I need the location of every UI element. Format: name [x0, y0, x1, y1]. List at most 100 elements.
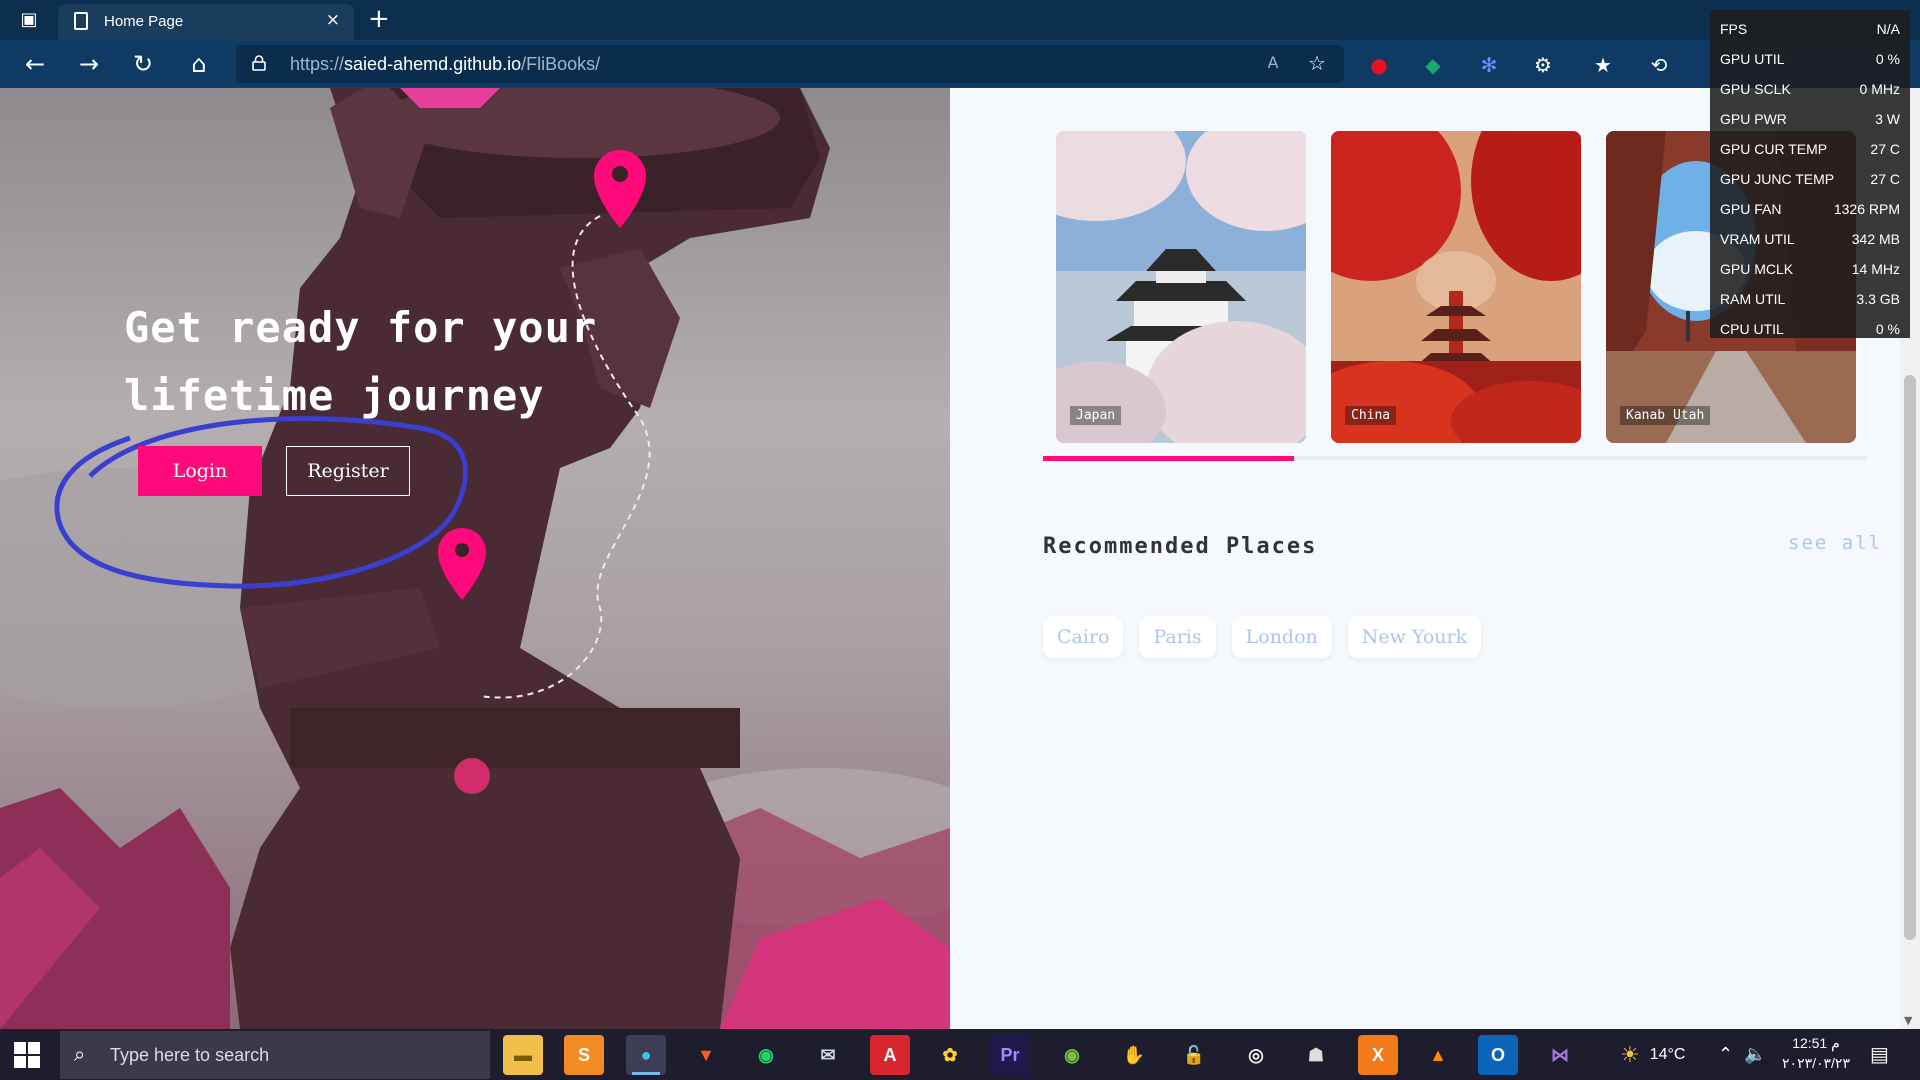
game-app-icon[interactable]: ☗	[1296, 1035, 1336, 1075]
gpu-label: GPU CUR TEMP	[1720, 141, 1828, 157]
gpu-label: VRAM UTIL	[1720, 231, 1795, 247]
anubis-statue-illustration	[0, 88, 950, 1029]
volume-icon[interactable]: 🔈	[1744, 1029, 1766, 1080]
back-icon[interactable]: ←	[18, 50, 52, 78]
home-icon[interactable]: ⌂	[182, 50, 216, 78]
lock-app-icon[interactable]: 🔓	[1174, 1035, 1214, 1075]
gpu-value: 27 C	[1870, 171, 1900, 187]
register-button[interactable]: Register	[286, 446, 410, 496]
browser-title-bar: ▣ Home Page × +	[0, 0, 1920, 40]
windows-taskbar: ⌕ Type here to search ▬ S ● ▼ ◉ ✉ A ✿ Pr…	[0, 1029, 1920, 1080]
gpu-value: 0 %	[1875, 51, 1900, 67]
extensions-icon[interactable]: ⚙	[1530, 52, 1556, 78]
gpu-value: 1326 RPM	[1833, 201, 1900, 217]
history-icon[interactable]: ⟲	[1646, 52, 1672, 78]
gpu-value: 3 W	[1875, 111, 1900, 127]
card-label: China	[1345, 406, 1397, 425]
obs-studio-icon[interactable]: ◎	[1236, 1035, 1276, 1075]
outlook-icon[interactable]: O	[1478, 1035, 1518, 1075]
gpu-row: GPU MCLK 14 MHz	[1720, 254, 1900, 284]
amd-software-icon[interactable]: A	[870, 1035, 910, 1075]
edge-browser-icon[interactable]: ●	[626, 1035, 666, 1075]
address-field[interactable]: https://saied-ahemd.github.io/FliBooks/ …	[236, 45, 1344, 83]
chip-paris[interactable]: Paris	[1139, 616, 1216, 658]
chip-cairo[interactable]: Cairo	[1043, 616, 1124, 658]
chip-london[interactable]: London	[1231, 616, 1332, 658]
recommended-chips: Cairo Paris London New Yourk	[1043, 616, 1482, 658]
brave-browser-icon[interactable]: ▼	[686, 1035, 726, 1075]
gpu-row: VRAM UTIL 342 MB	[1720, 224, 1900, 254]
url-host: saied-ahemd.github.io	[344, 54, 522, 74]
add-favorite-icon[interactable]: ☆	[1304, 50, 1330, 76]
gpu-metrics-overlay: FPS N/A GPU UTIL 0 % GPU SCLK 0 MHz GPU PWR…	[1710, 10, 1910, 338]
system-clock[interactable]: 12:51 م ٢٠٢٣/٠٣/٢٣	[1770, 1033, 1862, 1073]
android-studio-icon[interactable]: ◉	[1052, 1035, 1092, 1075]
gpu-row: GPU UTIL 0 %	[1720, 44, 1900, 74]
extension-blue-icon[interactable]: ✻	[1476, 52, 1502, 78]
gpu-value: N/A	[1876, 21, 1900, 37]
lock-icon	[252, 55, 266, 71]
adblock-extension-icon[interactable]: ●	[1366, 52, 1392, 78]
chip-new-yourk[interactable]: New Yourk	[1347, 616, 1482, 658]
favorites-icon[interactable]: ★	[1590, 52, 1616, 78]
gpu-row: GPU CUR TEMP 27 C	[1720, 134, 1900, 164]
browser-tab-home[interactable]: Home Page ×	[58, 4, 354, 40]
gpu-label: GPU UTIL	[1720, 51, 1785, 67]
taskbar-search-box[interactable]: ⌕ Type here to search	[60, 1031, 490, 1079]
gpu-label: GPU SCLK	[1720, 81, 1791, 97]
card-label: Japan	[1070, 406, 1122, 425]
gpu-value: 0 MHz	[1859, 81, 1900, 97]
visual-studio-icon[interactable]: ⋈	[1540, 1035, 1580, 1075]
scroll-down-icon[interactable]: ▼	[1904, 1014, 1912, 1027]
gpu-value: 27 C	[1870, 141, 1900, 157]
read-aloud-icon[interactable]: A	[1260, 50, 1286, 76]
whatsapp-icon[interactable]: ◉	[746, 1035, 786, 1075]
gpu-row: GPU PWR 3 W	[1720, 104, 1900, 134]
card-label: Kanab Utah	[1620, 406, 1711, 425]
tab-actions-icon[interactable]: ▣	[14, 8, 44, 32]
gpu-row: CPU UTIL 0 %	[1720, 314, 1900, 344]
see-all-link[interactable]: see all	[1788, 532, 1882, 554]
mail-icon[interactable]: ✉	[808, 1035, 848, 1075]
notifications-icon[interactable]: ▤	[1870, 1029, 1889, 1080]
weather-widget[interactable]: ☀ 14°C	[1620, 1029, 1685, 1080]
vlc-icon[interactable]: ▲	[1418, 1035, 1458, 1075]
show-hidden-icons-chevron-icon[interactable]: ⌃	[1718, 1029, 1733, 1080]
new-tab-button[interactable]: +	[368, 4, 390, 34]
page-icon	[74, 12, 88, 30]
search-icon: ⌕	[74, 1042, 86, 1066]
gpu-value: 342 MB	[1851, 231, 1900, 247]
xampp-icon[interactable]: X	[1358, 1035, 1398, 1075]
tab-title: Home Page	[104, 13, 184, 30]
close-tab-icon[interactable]: ×	[326, 10, 340, 30]
url-text: https://saied-ahemd.github.io/FliBooks/	[290, 54, 600, 75]
login-button[interactable]: Login	[138, 446, 262, 496]
file-explorer-icon[interactable]: ▬	[503, 1035, 543, 1075]
gpu-row: GPU JUNC TEMP 27 C	[1720, 164, 1900, 194]
gpu-label: CPU UTIL	[1720, 321, 1784, 337]
premiere-pro-icon[interactable]: Pr	[990, 1035, 1030, 1075]
sublime-text-icon[interactable]: S	[564, 1035, 604, 1075]
refresh-icon[interactable]: ↻	[126, 50, 160, 78]
search-placeholder: Type here to search	[110, 1045, 270, 1065]
address-toolbar: ← → ↻ ⌂ https://saied-ahemd.github.io/Fl…	[0, 40, 1920, 88]
extension-green-icon[interactable]: ◆	[1420, 52, 1446, 78]
hero-title: Get ready for your lifetime journey	[124, 303, 598, 420]
china-pagoda-image	[1331, 131, 1581, 443]
gpu-label: RAM UTIL	[1720, 291, 1786, 307]
windows-start-icon[interactable]	[14, 1042, 40, 1068]
scrollbar-thumb[interactable]	[1904, 375, 1916, 940]
davinci-resolve-icon[interactable]: ✿	[930, 1035, 970, 1075]
bloody-mouse-icon[interactable]: ✋	[1114, 1035, 1154, 1075]
forward-icon[interactable]: →	[72, 50, 106, 78]
url-path: /FliBooks/	[521, 54, 601, 74]
gpu-label: FPS	[1720, 21, 1748, 37]
destination-card-japan[interactable]: Japan	[1056, 131, 1306, 443]
destination-card-china[interactable]: China	[1331, 131, 1581, 443]
gpu-row: FPS N/A	[1720, 14, 1900, 44]
gpu-value: 14 MHz	[1851, 261, 1900, 277]
gpu-row: GPU SCLK 0 MHz	[1720, 74, 1900, 104]
clock-date: ٢٠٢٣/٠٣/٢٣	[1782, 1055, 1850, 1071]
gpu-value: 3.3 GB	[1856, 291, 1900, 307]
gpu-label: GPU FAN	[1720, 201, 1782, 217]
